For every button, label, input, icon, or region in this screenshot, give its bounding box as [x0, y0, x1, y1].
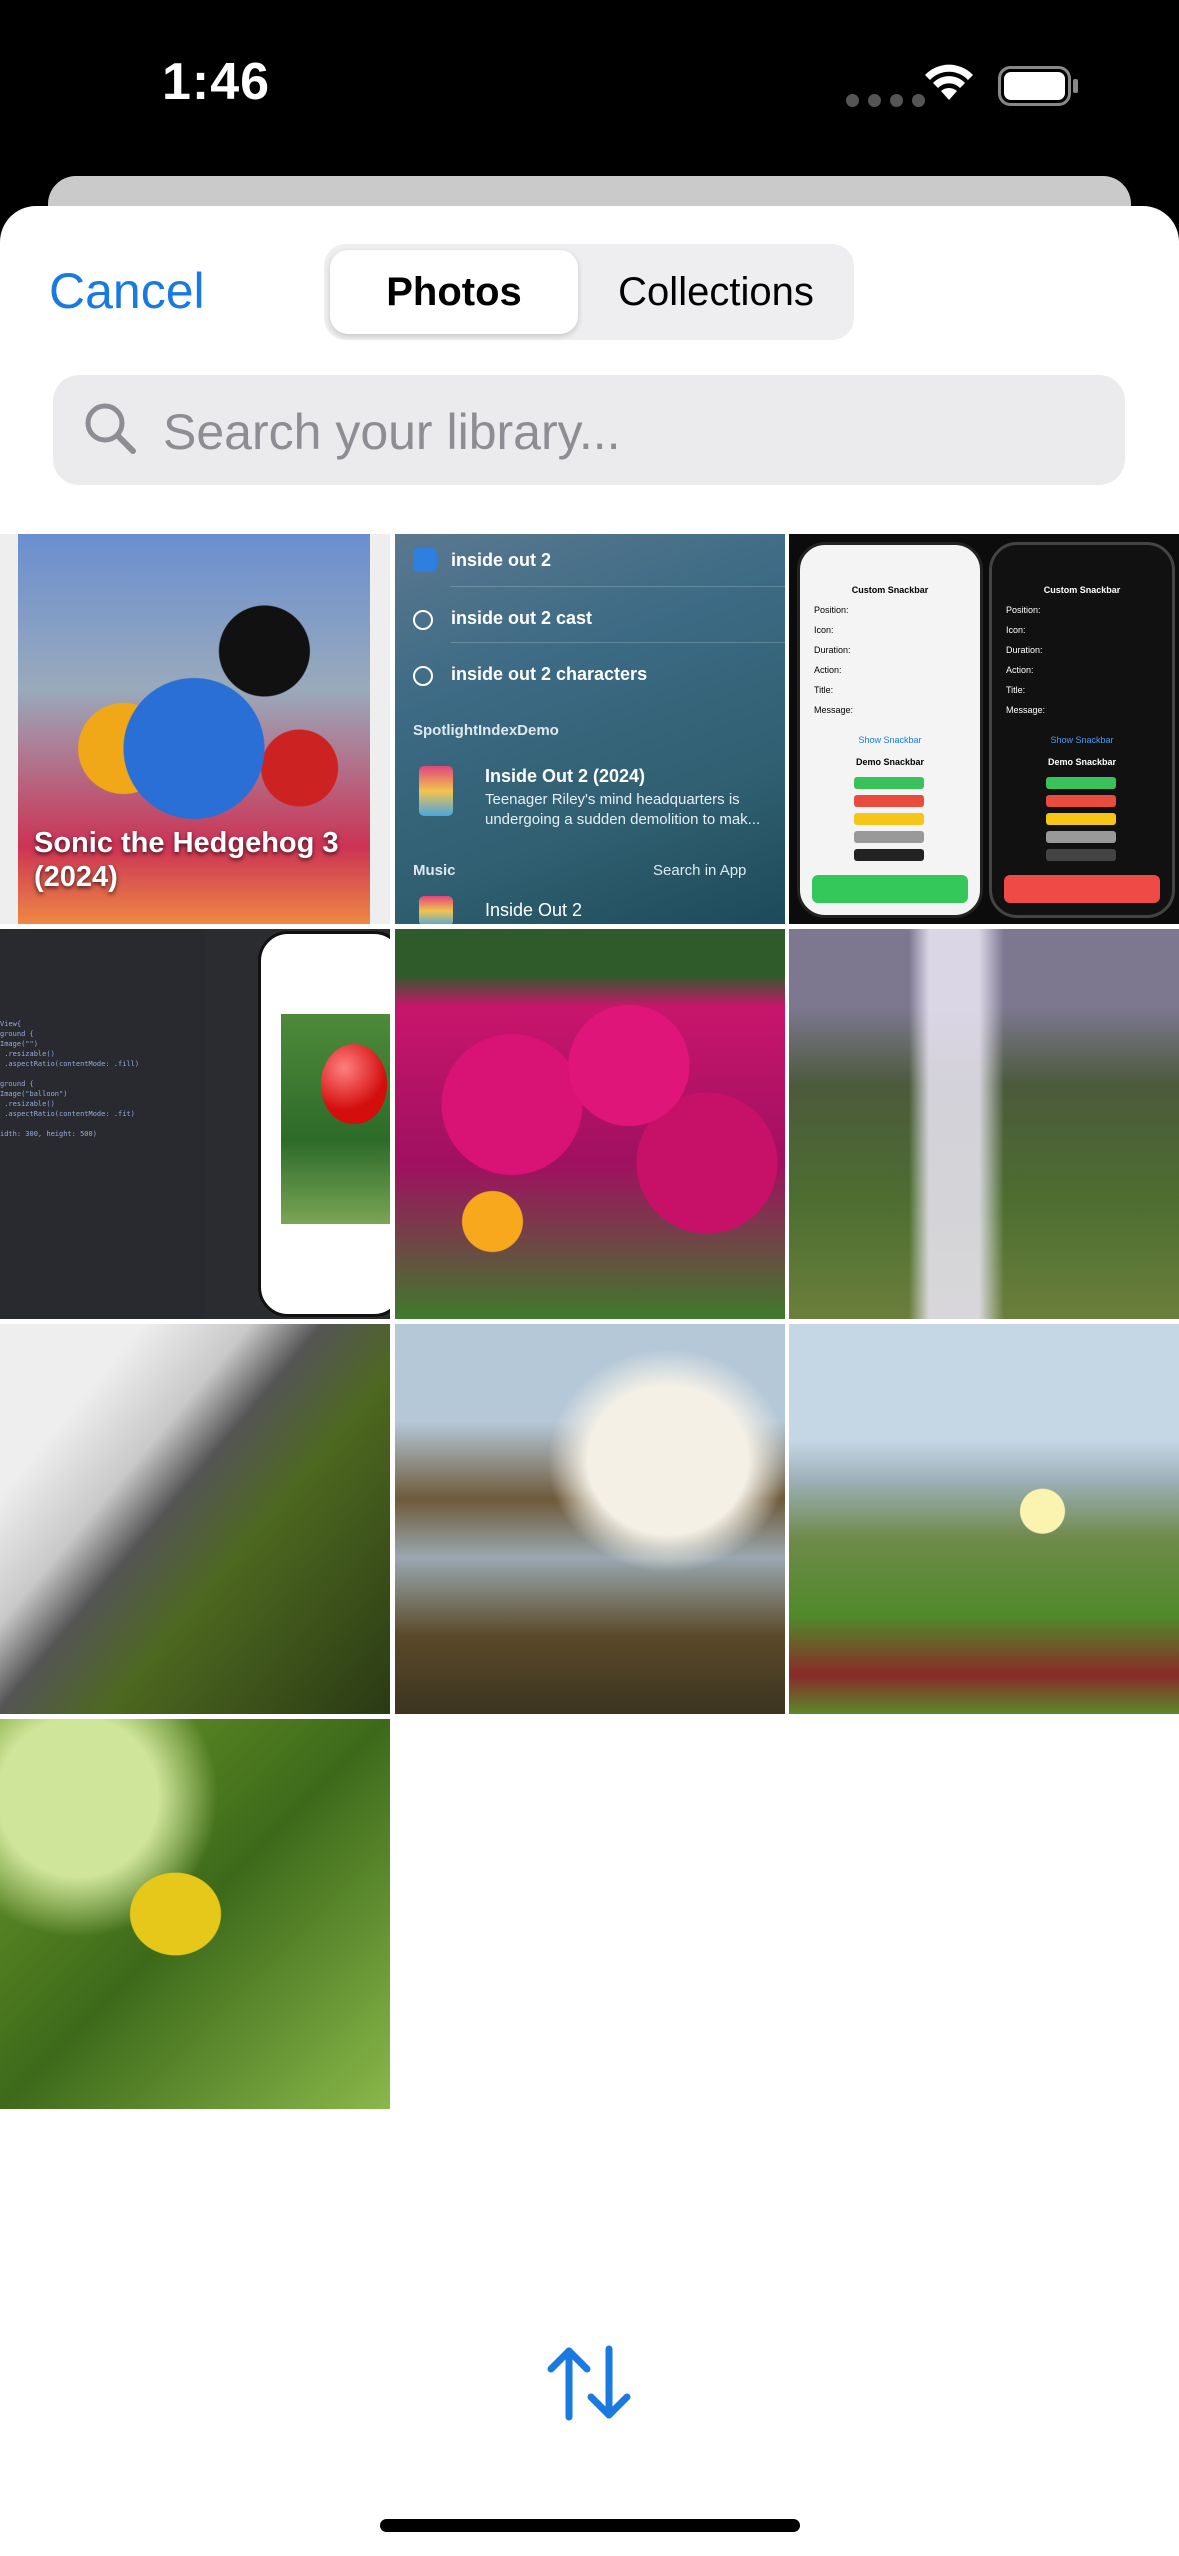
status-time: 1:46	[162, 53, 271, 111]
spotlight-row: inside out 2 cast	[451, 608, 593, 628]
photo-thumbnail-flowers[interactable]	[395, 929, 785, 1319]
segment-collections[interactable]: Collections	[584, 250, 848, 334]
dark-phone: Custom Snackbar Position: Icon: Duration…	[989, 542, 1175, 918]
label: Title:	[814, 685, 834, 695]
light-phone: Custom Snackbar Position: Icon: Duration…	[797, 542, 983, 918]
label: Duration:	[814, 645, 851, 655]
photo-thumbnail-waterfall[interactable]	[789, 929, 1179, 1319]
photo-thumbnail-sonic-poster[interactable]: Sonic the Hedgehog 3 (2024)	[0, 534, 390, 924]
photo-thumbnail-snackbar-screenshot[interactable]: Custom Snackbar Position: Icon: Duration…	[789, 534, 1179, 924]
poster-caption: Sonic the Hedgehog 3 (2024)	[34, 827, 339, 893]
show-button: Show Snackbar	[1050, 735, 1114, 745]
photo-thumbnail-ice-plant[interactable]	[789, 1324, 1179, 1714]
label: Action:	[814, 665, 842, 675]
safari-icon	[413, 548, 437, 572]
label: Message:	[814, 705, 854, 715]
photo-thumbnail-spotlight-screenshot[interactable]: inside out 2 inside out 2 cast inside ou…	[395, 534, 785, 924]
code-lines: View{ground {Image("") .resizable() .asp…	[0, 1020, 140, 1138]
show-button: Show Snackbar	[858, 735, 922, 745]
preview-phone	[258, 931, 390, 1317]
label: Action:	[1006, 665, 1034, 675]
home-indicator	[380, 2519, 800, 2532]
music-section: Music	[413, 862, 456, 879]
photo-thumbnail-code-screenshot[interactable]: View{ground {Image("") .resizable() .asp…	[0, 929, 390, 1319]
segment-photos[interactable]: Photos	[330, 250, 578, 334]
label: Duration:	[1006, 645, 1043, 655]
demo-title: Demo Snackbar	[855, 757, 925, 767]
source-segmented-control: Photos Collections	[324, 244, 854, 340]
label: Title:	[1006, 685, 1026, 695]
result-description: Teenager Riley's mind headquarters is un…	[485, 791, 761, 828]
battery-icon	[998, 66, 1078, 106]
search-icon	[413, 666, 433, 686]
label: Position:	[814, 605, 849, 615]
search-in-app: Search in App	[653, 862, 747, 879]
preview-screen	[281, 1014, 390, 1224]
search-input[interactable]: Search your library...	[163, 403, 621, 461]
photo-thumbnail-waterfall-rocks[interactable]	[0, 1324, 390, 1714]
photo-thumbnail-leaf[interactable]	[0, 1719, 390, 2109]
label: Icon:	[814, 625, 834, 635]
spotlight-row: inside out 2 characters	[451, 664, 648, 684]
spotlight-section: SpotlightIndexDemo	[413, 722, 559, 739]
wifi-icon	[925, 64, 973, 100]
label: Icon:	[1006, 625, 1026, 635]
cancel-button[interactable]: Cancel	[49, 262, 205, 320]
status-bar: 1:46	[0, 0, 1179, 175]
code-editor: View{ground {Image("") .resizable() .asp…	[0, 929, 205, 1319]
sort-order-icon[interactable]	[543, 2343, 635, 2423]
demo-title: Demo Snackbar	[1047, 757, 1117, 767]
snackbar-title: Custom Snackbar	[1043, 585, 1121, 595]
music-thumbnail	[419, 896, 453, 924]
label: Position:	[1006, 605, 1041, 615]
movie-thumbnail	[419, 766, 453, 816]
music-item: Inside Out 2	[485, 900, 583, 920]
cellular-signal-icon	[846, 94, 925, 107]
balloon	[321, 1044, 387, 1124]
snackbar-title: Custom Snackbar	[851, 585, 929, 595]
search-icon	[85, 403, 136, 454]
label: Message:	[1006, 705, 1046, 715]
search-icon	[413, 610, 433, 630]
result-title: Inside Out 2 (2024)	[485, 766, 646, 786]
spotlight-row: inside out 2	[451, 550, 552, 570]
photo-picker-sheet: Cancel Photos Collections Search your li…	[0, 206, 1179, 2556]
search-field[interactable]: Search your library...	[53, 375, 1125, 485]
photo-thumbnail-waterfall-cliff[interactable]	[395, 1324, 785, 1714]
